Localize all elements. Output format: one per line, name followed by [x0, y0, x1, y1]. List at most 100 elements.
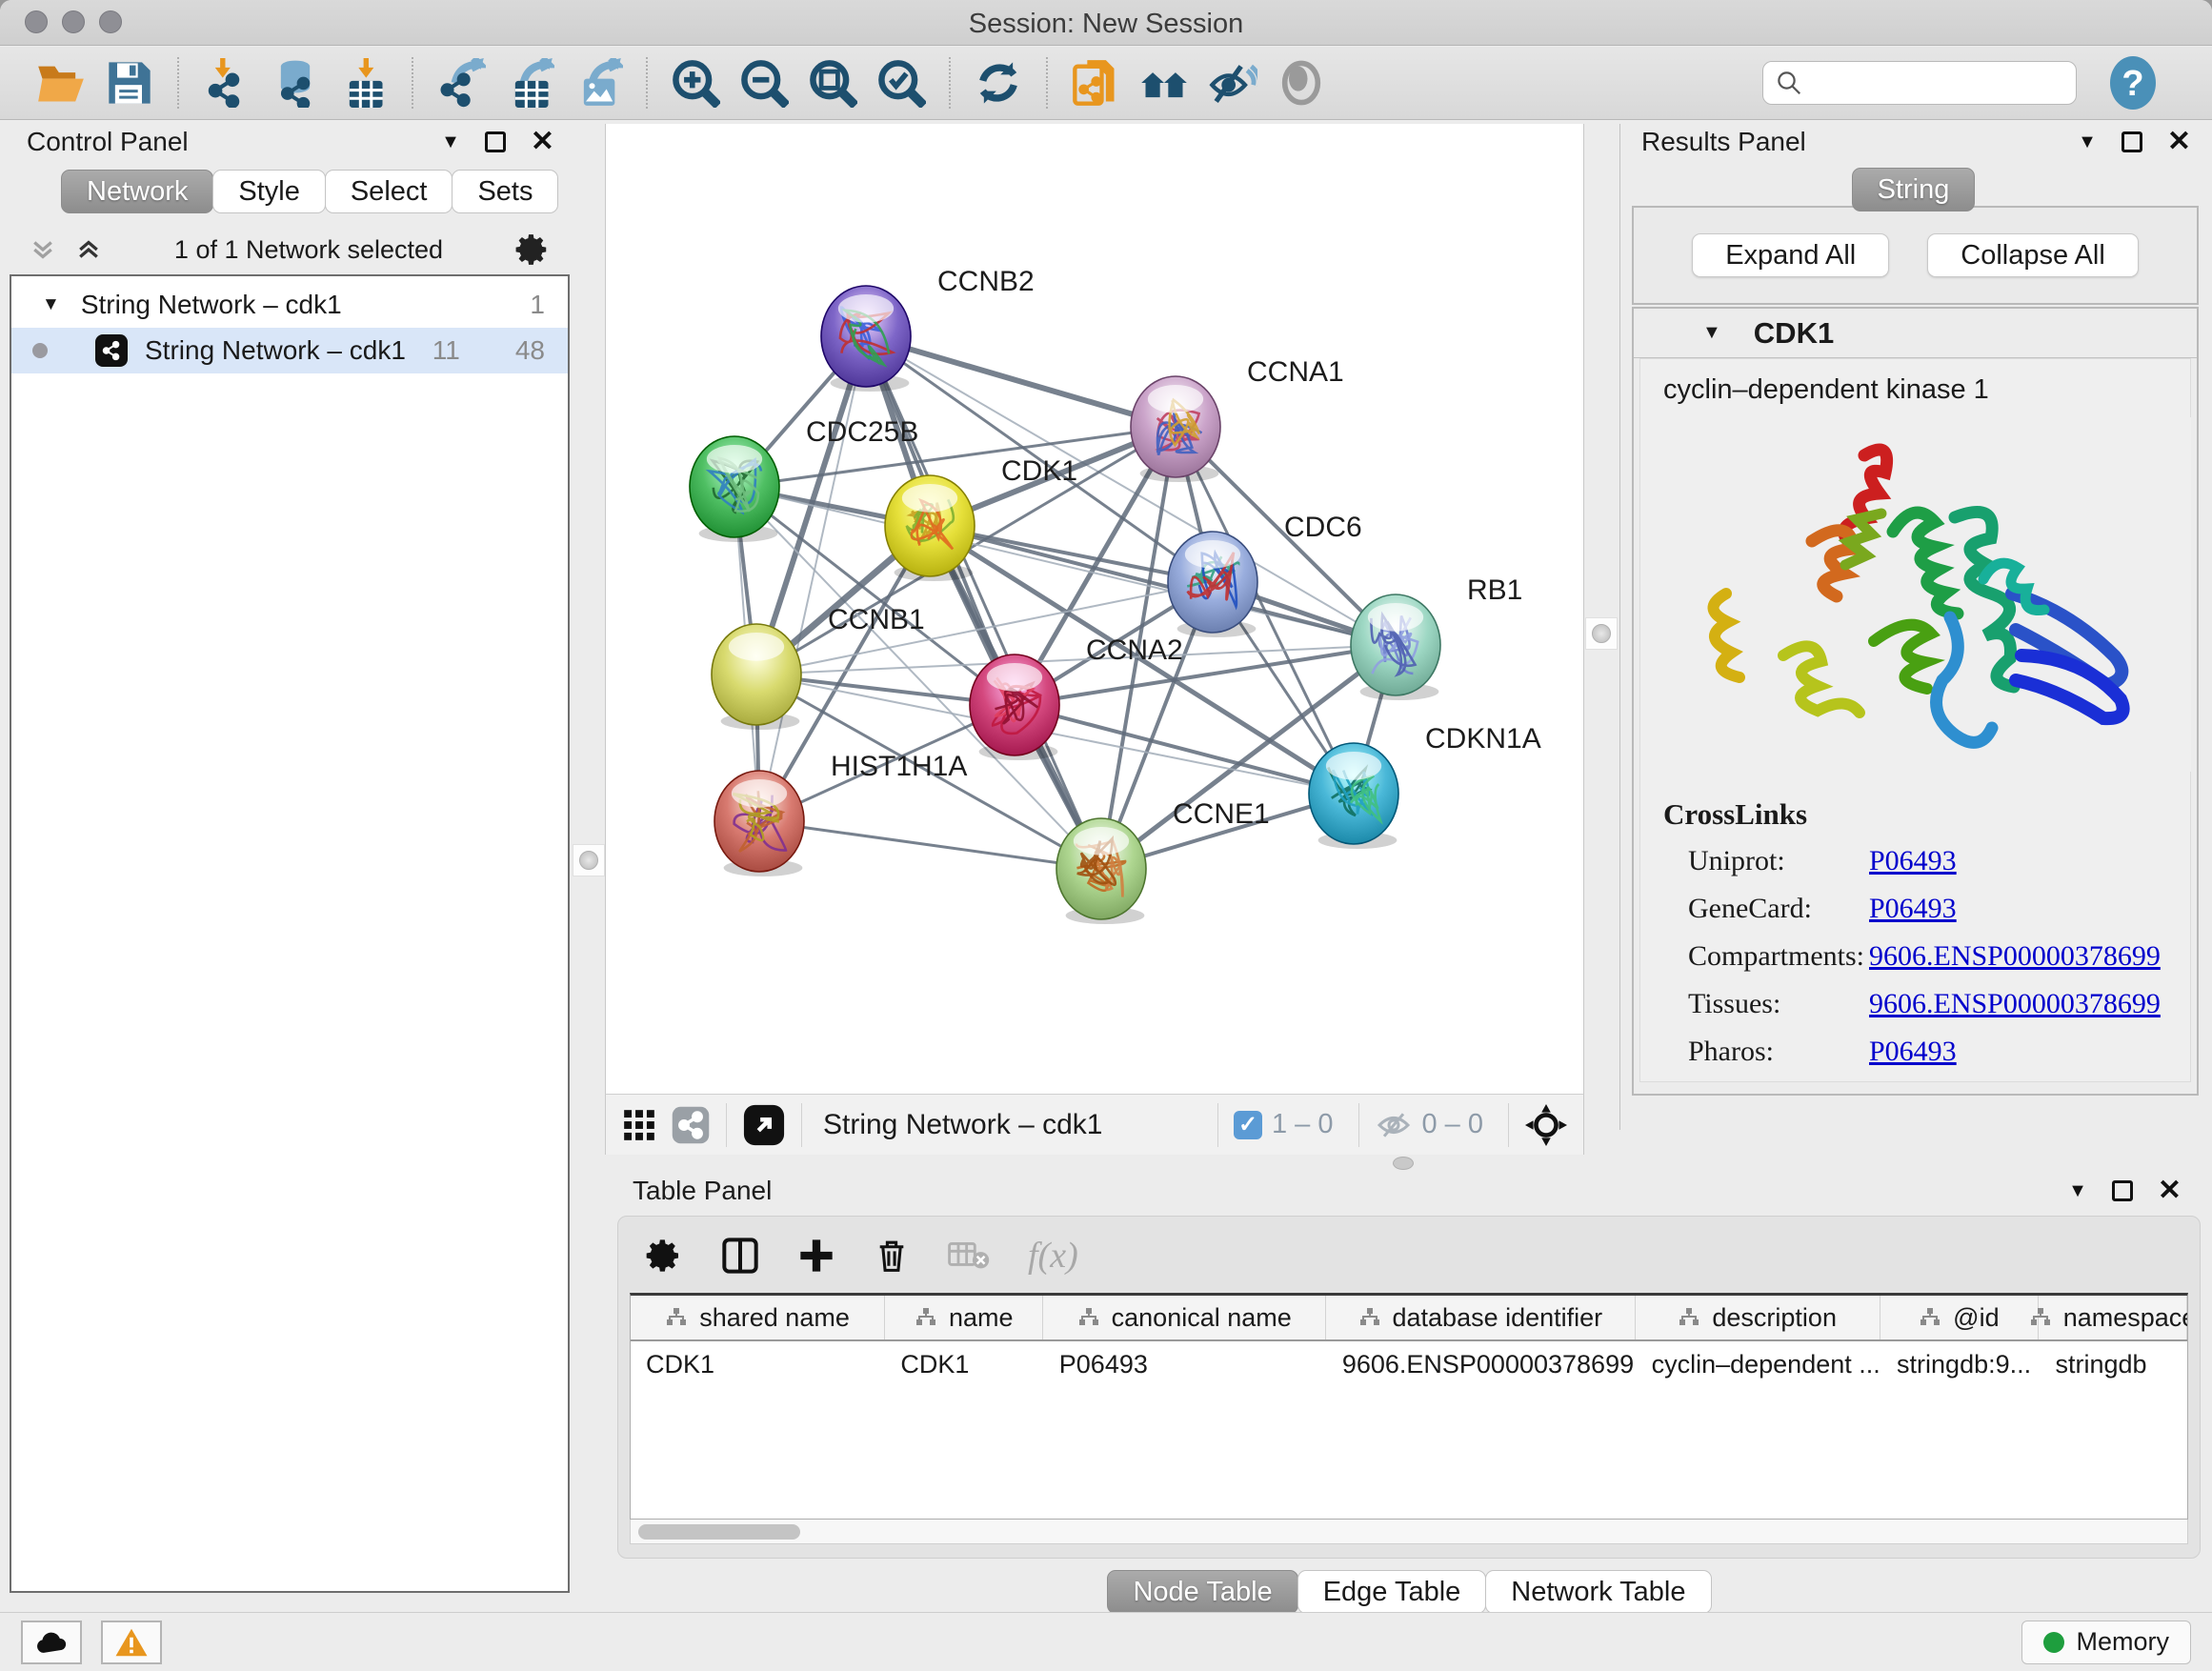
column-header-namespace[interactable]: namespace [2039, 1296, 2187, 1339]
memory-button[interactable]: Memory [2021, 1621, 2191, 1664]
right-splitter-handle[interactable] [1585, 617, 1618, 650]
crosslink-link[interactable]: P06493 [1869, 893, 1957, 925]
network-node-RB1[interactable]: RB1 [1351, 574, 1522, 700]
expand-all-icon[interactable] [74, 235, 103, 264]
add-row-icon[interactable] [797, 1237, 835, 1275]
eye-disabled-icon [1274, 55, 1329, 111]
close-panel-icon[interactable]: ✕ [531, 128, 554, 156]
crosslink-link[interactable]: P06493 [1869, 1036, 1957, 1068]
panel-menu-icon[interactable]: ▼ [2078, 131, 2097, 153]
panel-menu-icon[interactable]: ▼ [441, 131, 460, 153]
cloud-service-button[interactable] [21, 1621, 82, 1664]
tab-network-table[interactable]: Network Table [1485, 1570, 1711, 1614]
network-node-CCNE1[interactable]: CCNE1 [1056, 798, 1270, 924]
table-cell[interactable]: stringdb [2040, 1341, 2187, 1387]
column-header-description[interactable]: description [1636, 1296, 1880, 1339]
table-cell[interactable]: CDK1 [885, 1341, 1043, 1387]
float-panel-icon[interactable] [2122, 131, 2142, 152]
tab-string[interactable]: String [1852, 168, 1976, 211]
collapse-all-button[interactable]: Collapse All [1927, 233, 2139, 277]
window-title: Session: New Session [0, 9, 2212, 40]
search-input[interactable] [1813, 68, 2061, 99]
tab-edge-table[interactable]: Edge Table [1297, 1570, 1487, 1614]
export-image-icon[interactable] [571, 55, 626, 111]
save-icon[interactable] [102, 55, 157, 111]
column-header-shared-name[interactable]: shared name [631, 1296, 885, 1339]
memory-status-icon [2043, 1632, 2064, 1653]
gear-icon[interactable] [645, 1237, 683, 1275]
crosshair-icon[interactable] [1524, 1103, 1568, 1147]
network-edge[interactable] [866, 336, 1176, 427]
hide-unhide-icon[interactable] [1205, 55, 1260, 111]
gene-header[interactable]: ▼ CDK1 [1634, 309, 2197, 358]
tab-node-table[interactable]: Node Table [1107, 1570, 1297, 1614]
collapse-collection-icon[interactable]: ▼ [42, 294, 60, 315]
collapse-gene-icon[interactable]: ▼ [1702, 322, 1721, 344]
zoom-in-icon[interactable] [668, 55, 723, 111]
close-panel-icon[interactable]: ✕ [2167, 128, 2191, 156]
horizontal-splitter-handle[interactable] [605, 1155, 2201, 1172]
column-header-database-identifier[interactable]: database identifier [1326, 1296, 1635, 1339]
gear-icon[interactable] [514, 232, 551, 268]
float-panel-icon[interactable] [2112, 1180, 2133, 1201]
table-cell[interactable]: P06493 [1044, 1341, 1327, 1387]
export-network-icon[interactable] [433, 55, 489, 111]
open-folder-icon[interactable] [33, 55, 89, 111]
hidden-counts: 0 – 0 [1422, 1109, 1484, 1140]
column-label: name [949, 1303, 1014, 1333]
collapse-all-icon[interactable] [29, 235, 57, 264]
zoom-selected-icon[interactable] [874, 55, 929, 111]
import-database-icon[interactable] [268, 55, 323, 111]
zoom-fit-icon[interactable] [805, 55, 860, 111]
import-table-icon[interactable] [336, 55, 392, 111]
table-cell[interactable]: cyclin–dependent ... [1637, 1341, 1881, 1387]
column-type-icon [1919, 1306, 1941, 1329]
column-header--id[interactable]: @id [1880, 1296, 2039, 1339]
expand-all-button[interactable]: Expand All [1692, 233, 1889, 277]
tab-select[interactable]: Select [325, 170, 453, 213]
network-row-selected[interactable]: String Network – cdk1 11 48 [11, 328, 568, 373]
node-table[interactable]: shared name name canonical namedatabase id… [630, 1293, 2188, 1520]
delete-row-icon[interactable] [874, 1237, 910, 1275]
table-cell[interactable]: CDK1 [631, 1341, 885, 1387]
network-node-HIST1H1A[interactable]: HIST1H1A [714, 751, 967, 876]
left-splitter-handle[interactable] [573, 844, 605, 876]
table-cell[interactable]: stringdb:9... [1881, 1341, 2040, 1387]
network-collection-row[interactable]: ▼ String Network – cdk1 1 [11, 282, 568, 328]
table-horizontal-scrollbar[interactable] [630, 1520, 2188, 1544]
clone-network-icon[interactable] [1068, 55, 1123, 111]
column-header-name[interactable]: name [885, 1296, 1043, 1339]
zoom-out-icon[interactable] [736, 55, 792, 111]
table-cell[interactable]: 9606.ENSP00000378699 [1327, 1341, 1637, 1387]
float-panel-icon[interactable] [485, 131, 506, 152]
import-network-icon[interactable] [199, 55, 254, 111]
export-table-icon[interactable] [502, 55, 557, 111]
selected-checkbox-icon[interactable]: ✓ [1234, 1111, 1262, 1139]
tab-sets[interactable]: Sets [452, 170, 558, 213]
network-edge[interactable] [930, 526, 1396, 645]
refresh-layout-icon[interactable] [971, 55, 1026, 111]
network-canvas[interactable]: CCNB2 CCNA1 CDC25B CDK1 CDC6 RB1 CCNB1 [605, 124, 1584, 1094]
warning-button[interactable] [101, 1621, 162, 1664]
split-columns-icon[interactable] [721, 1237, 759, 1275]
network-thumbnail-icon[interactable] [671, 1105, 711, 1145]
network-node-CDC6[interactable]: CDC6 [1168, 512, 1362, 637]
close-panel-icon[interactable]: ✕ [2158, 1177, 2182, 1205]
crosslink-link[interactable]: 9606.ENSP00000378699 [1869, 940, 2161, 973]
network-node-CCNA1[interactable]: CCNA1 [1131, 356, 1344, 482]
network-node-CDKN1A[interactable]: CDKN1A [1309, 723, 1541, 849]
column-header-canonical-name[interactable]: canonical name [1043, 1296, 1326, 1339]
birds-eye-view-icon[interactable] [742, 1103, 786, 1147]
table-toolbar: f(x) [630, 1230, 2188, 1281]
panel-menu-icon[interactable]: ▼ [2068, 1180, 2087, 1202]
tab-network[interactable]: Network [61, 170, 213, 213]
crosslink-link[interactable]: P06493 [1869, 845, 1957, 877]
network-edge[interactable] [759, 821, 1101, 869]
search-box[interactable] [1762, 61, 2077, 105]
network-edge[interactable] [759, 336, 866, 821]
string-home-icon[interactable] [1136, 55, 1192, 111]
help-button[interactable]: ? [2105, 55, 2161, 111]
crosslink-link[interactable]: 9606.ENSP00000378699 [1869, 988, 2161, 1020]
tab-style[interactable]: Style [212, 170, 325, 213]
grid-view-icon[interactable] [621, 1107, 657, 1143]
